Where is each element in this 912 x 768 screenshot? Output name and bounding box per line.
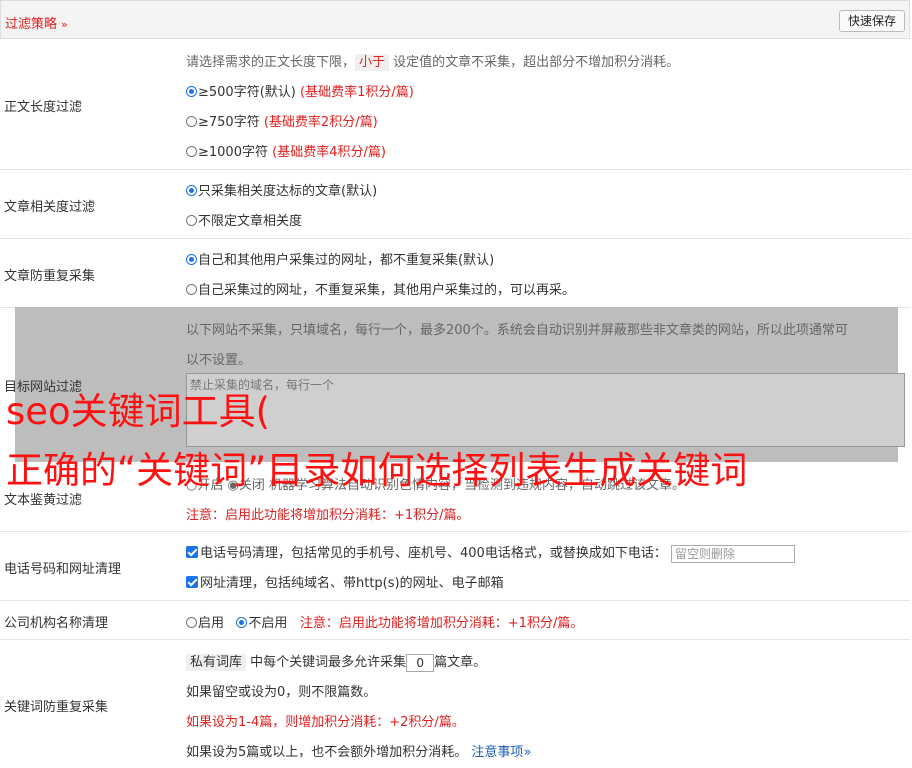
overlay-heading-line2: 正确的“关键词”目录如何选择列表生成关键词	[6, 449, 748, 492]
relevance-row: 文章相关度过滤 只采集相关度达标的文章(默认) 不限定文章相关度	[0, 170, 910, 239]
overlay-heading-line1: seo关键词工具(	[6, 390, 271, 433]
chevron-down-icon: »	[523, 745, 532, 760]
option-note: (基础费率4积分/篇)	[272, 145, 386, 160]
relevance-option-none[interactable]: 不限定文章相关度	[186, 210, 302, 229]
filter-strategy-title: 过滤策略	[5, 17, 58, 32]
phone-clean-text: 电话号码清理，包括常见的手机号、座机号、400电话格式，或替换成如下电话：	[200, 546, 667, 561]
length-option-500[interactable]: ≥500字符(默认) (基础费率1积分/篇)	[186, 81, 414, 100]
url-clean-text: 网址清理，包括纯域名、带http(s)的网址、电子邮箱	[200, 576, 504, 591]
keyword-dedupe-line2: 如果留空或设为0，则不限篇数。	[186, 685, 377, 700]
option-text: ≥1000字符	[198, 145, 268, 160]
option-text: 不启用	[248, 616, 288, 631]
radio-icon[interactable]	[236, 617, 248, 628]
phone-url-label: 电话号码和网址清理	[4, 562, 122, 577]
dedupe-option-all[interactable]: 自己和其他用户采集过的网址，都不重复采集(默认)	[186, 249, 494, 268]
company-warning: 注意：启用此功能将增加积分消耗：+1积分/篇。	[299, 616, 584, 631]
length-desc-post: 设定值的文章不采集，超出部分不增加积分消耗。	[393, 55, 680, 70]
option-text: 自己采集过的网址，不重复采集，其他用户采集过的，可以再采。	[198, 283, 576, 298]
option-note: (基础费率1积分/篇)	[300, 85, 414, 100]
phone-clean-option[interactable]: 电话号码清理，包括常见的手机号、座机号、400电话格式，或替换成如下电话： 留空…	[186, 542, 795, 563]
length-option-1000[interactable]: ≥1000字符 (基础费率4积分/篇)	[186, 141, 386, 160]
radio-icon[interactable]	[186, 284, 197, 295]
chevron-down-icon: »	[61, 18, 68, 31]
relevance-option-default[interactable]: 只采集相关度达标的文章(默认)	[186, 180, 377, 199]
dedupe-label: 文章防重复采集	[4, 269, 96, 284]
option-text: ≥500字符(默认)	[198, 85, 296, 100]
radio-icon[interactable]	[186, 146, 197, 157]
filter-strategy-toggle[interactable]: 过滤策略»	[5, 13, 68, 32]
keyword-dedupe-line3: 如果设为1-4篇，则增加积分消耗：+2积分/篇。	[186, 715, 465, 730]
radio-icon[interactable]	[186, 254, 197, 265]
line1-mid: 中每个关键词最多允许采集	[250, 655, 407, 670]
private-lexicon-tag[interactable]: 私有词库	[186, 654, 247, 671]
option-text: ≥750字符	[198, 115, 260, 130]
radio-icon[interactable]	[186, 116, 197, 127]
line1-post: 篇文章。	[434, 655, 487, 670]
company-options: 启用 不启用 注意：启用此功能将增加积分消耗：+1积分/篇。	[186, 612, 583, 631]
option-text: 只采集相关度达标的文章(默认)	[198, 184, 378, 199]
url-clean-option[interactable]: 网址清理，包括纯域名、带http(s)的网址、电子邮箱	[186, 572, 504, 591]
keyword-dedupe-line1: 私有词库 中每个关键词最多允许采集 0 篇文章。	[186, 651, 486, 672]
radio-icon[interactable]	[186, 617, 197, 628]
radio-icon[interactable]	[186, 86, 197, 97]
company-disable-option[interactable]: 不启用	[236, 616, 287, 631]
notes-link-label: 注意事项	[471, 745, 524, 760]
relevance-label: 文章相关度过滤	[4, 200, 96, 215]
company-enable-option[interactable]: 启用	[186, 616, 224, 631]
option-note: (基础费率2积分/篇)	[263, 115, 378, 130]
length-filter-label: 正文长度过滤	[4, 100, 83, 115]
checkbox-icon[interactable]	[186, 576, 198, 588]
phone-url-row: 电话号码和网址清理 电话号码清理，包括常见的手机号、座机号、400电话格式，或替…	[0, 532, 910, 601]
option-text: 启用	[198, 616, 225, 631]
radio-icon[interactable]	[186, 185, 197, 196]
line4-text: 如果设为5篇或以上，也不会额外增加积分消耗。	[186, 745, 468, 760]
filter-header: 过滤策略» 快速保存	[0, 0, 910, 39]
keyword-dedupe-row: 关键词防重复采集 私有词库 中每个关键词最多允许采集 0 篇文章。 如果留空或设为0…	[0, 640, 910, 768]
checkbox-icon[interactable]	[186, 546, 198, 558]
dedupe-option-self[interactable]: 自己采集过的网址，不重复采集，其他用户采集过的，可以再采。	[186, 279, 575, 298]
keyword-dedupe-label: 关键词防重复采集	[4, 700, 109, 715]
option-text: 不限定文章相关度	[198, 214, 303, 229]
less-than-tag: 小于	[355, 54, 390, 71]
dedupe-row: 文章防重复采集 自己和其他用户采集过的网址，都不重复采集(默认) 自己采集过的网…	[0, 239, 910, 308]
site-filter-desc-1: 以下网站不采集，只填域名，每行一个，最多200个。系统会自动识别并屏蔽那些非文章…	[186, 323, 848, 338]
keyword-dedupe-line4: 如果设为5篇或以上，也不会额外增加积分消耗。 注意事项»	[186, 741, 531, 760]
quick-save-button[interactable]: 快速保存	[838, 10, 905, 32]
site-filter-desc-2: 以不设置。	[186, 353, 252, 368]
length-desc-pre: 请选择需求的正文长度下限，	[186, 55, 356, 70]
length-filter-desc: 请选择需求的正文长度下限， 小于 设定值的文章不采集，超出部分不增加积分消耗。	[186, 51, 680, 71]
blocked-domains-textarea[interactable]: 禁止采集的域名，每行一个	[186, 373, 905, 447]
replace-phone-input[interactable]: 留空则删除	[670, 544, 795, 563]
article-limit-input[interactable]: 0	[406, 653, 435, 672]
radio-icon[interactable]	[186, 215, 197, 226]
option-text: 自己和其他用户采集过的网址，都不重复采集(默认)	[198, 253, 495, 268]
porn-filter-warning: 注意：启用此功能将增加积分消耗：+1积分/篇。	[186, 508, 470, 523]
notes-link[interactable]: 注意事项»	[471, 745, 531, 760]
length-filter-row: 正文长度过滤 请选择需求的正文长度下限， 小于 设定值的文章不采集，超出部分不增加…	[0, 39, 910, 170]
company-label: 公司机构名称清理	[4, 616, 109, 631]
company-row: 公司机构名称清理 启用 不启用 注意：启用此功能将增加积分消耗：+1积分/篇。	[0, 601, 910, 640]
length-option-750[interactable]: ≥750字符 (基础费率2积分/篇)	[186, 111, 378, 130]
